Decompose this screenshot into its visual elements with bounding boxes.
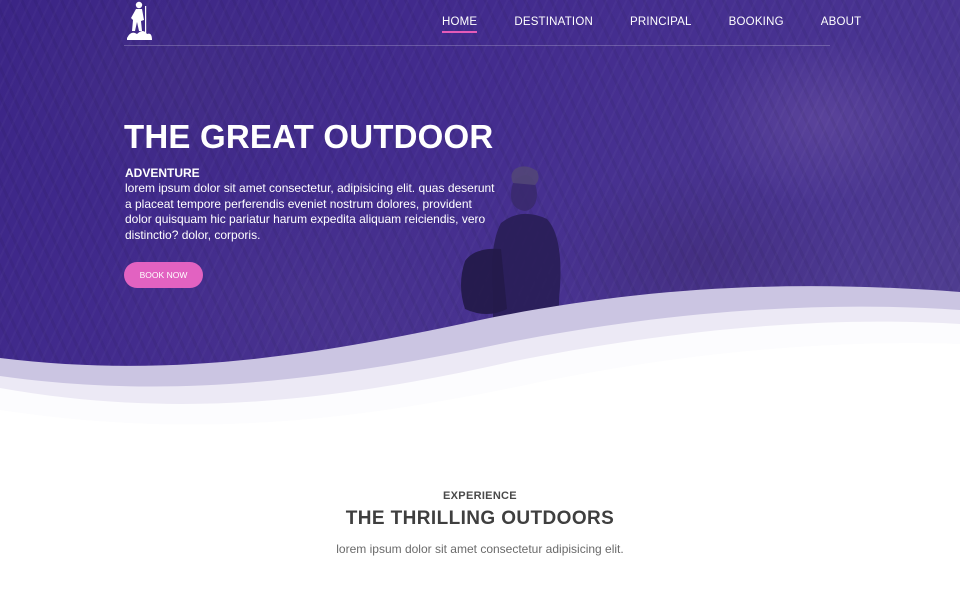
nav-item-destination[interactable]: DESTINATION <box>514 16 593 32</box>
section-kicker: EXPERIENCE <box>443 490 517 502</box>
experience-section: EXPERIENCE THE THRILLING OUTDOORS lorem … <box>0 490 960 556</box>
nav-item-booking[interactable]: BOOKING <box>729 16 784 32</box>
nav-item-about[interactable]: ABOUT <box>821 16 862 32</box>
hero-wave-divider <box>0 286 960 440</box>
section-description: lorem ipsum dolor sit amet consectetur a… <box>336 542 624 556</box>
page: HOME DESTINATION PRINCIPAL BOOKING ABOUT… <box>0 0 960 600</box>
hiker-logo-icon[interactable] <box>124 0 154 44</box>
section-title: THE THRILLING OUTDOORS <box>345 508 615 529</box>
nav-divider <box>124 45 830 46</box>
hero-section: HOME DESTINATION PRINCIPAL BOOKING ABOUT… <box>0 0 960 440</box>
hero-description: lorem ipsum dolor sit amet consectetur, … <box>125 181 495 242</box>
hero-title: THE GREAT OUTDOOR <box>124 118 494 155</box>
nav-item-principal[interactable]: PRINCIPAL <box>630 16 692 32</box>
hero-subtitle: ADVENTURE <box>125 166 200 180</box>
book-now-button[interactable]: BOOK NOW <box>124 262 203 288</box>
nav-item-home[interactable]: HOME <box>442 16 478 33</box>
main-nav: HOME DESTINATION PRINCIPAL BOOKING ABOUT <box>442 16 862 33</box>
